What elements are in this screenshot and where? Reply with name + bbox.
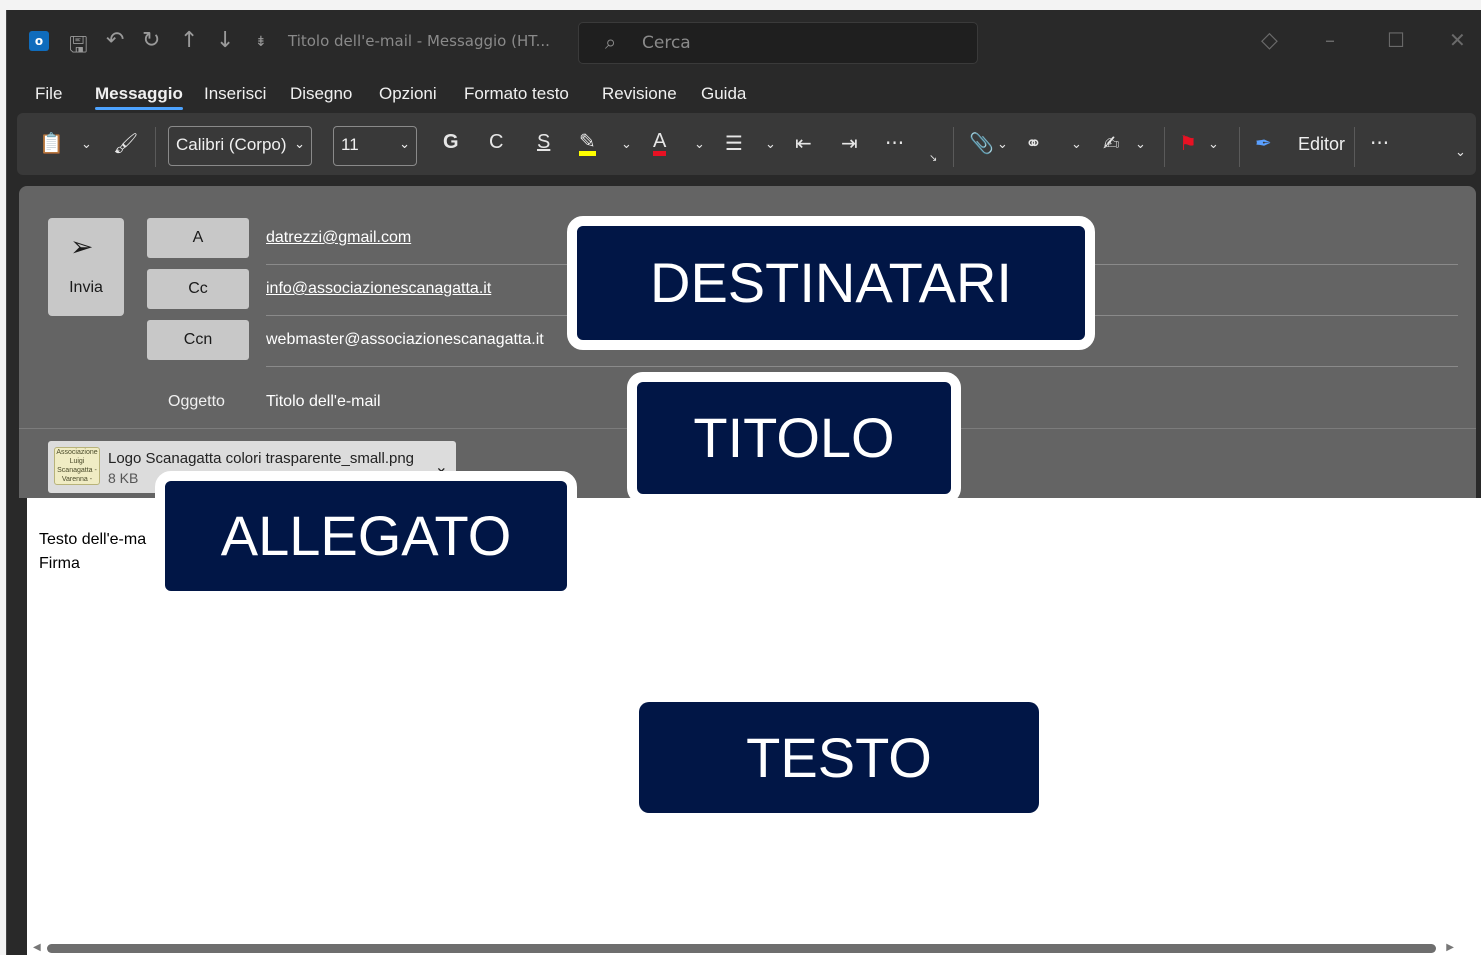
- titolo-callout: TITOLO: [627, 372, 961, 504]
- menu-file[interactable]: File: [35, 84, 62, 104]
- cc-button[interactable]: Cc: [147, 269, 249, 309]
- ribbon-toolbar: 📋 ⌄ 🖌 Calibri (Corpo) ⌄ 11 ⌄ G C S ✎ ⌄ A…: [17, 113, 1476, 175]
- chevron-down-icon: ⌄: [294, 136, 305, 151]
- highlight-color-icon[interactable]: ✎: [579, 131, 596, 156]
- scroll-right-icon[interactable]: ▶: [1446, 942, 1454, 953]
- increase-indent-icon[interactable]: ⇥: [841, 131, 858, 155]
- scroll-left-icon[interactable]: ◀: [33, 942, 41, 953]
- outlook-app-icon: o: [29, 31, 49, 51]
- attachment-name: Logo Scanagatta colori trasparente_small…: [108, 450, 415, 467]
- dialog-launcher-icon[interactable]: ↘: [929, 153, 937, 164]
- previous-item-icon[interactable]: ↑: [180, 28, 198, 53]
- minimize-icon[interactable]: –: [1325, 28, 1335, 52]
- close-icon[interactable]: ✕: [1449, 28, 1466, 52]
- testo-callout: TESTO: [639, 702, 1039, 813]
- destinatari-callout: DESTINATARI: [567, 216, 1095, 350]
- scrollbar-thumb[interactable]: [47, 944, 1436, 953]
- search-icon: ⌕: [605, 30, 617, 54]
- underline-button[interactable]: S: [537, 131, 550, 154]
- diamond-premium-icon[interactable]: ◇: [1261, 28, 1278, 53]
- ribbon-divider: [1239, 127, 1240, 167]
- attachment-thumbnail: Associazione Luigi Scanagatta - Varenna …: [54, 447, 100, 485]
- link-chevron-icon[interactable]: ⌄: [1071, 137, 1082, 152]
- font-size-value: 11: [341, 135, 359, 154]
- next-item-icon[interactable]: ↓: [216, 28, 234, 53]
- attachment-size: 8 KB: [108, 470, 139, 486]
- window-title: Titolo dell'e-mail - Messaggio (HT...: [288, 32, 550, 50]
- font-name-dropdown[interactable]: Calibri (Corpo) ⌄: [168, 126, 312, 166]
- paste-dropdown-chevron-icon[interactable]: ⌄: [81, 137, 92, 152]
- editor-pen-icon[interactable]: ✒: [1255, 131, 1272, 155]
- menu-formato-testo[interactable]: Formato testo: [464, 84, 569, 104]
- chevron-down-icon: ⌄: [399, 136, 410, 151]
- more-options-button[interactable]: ···: [1370, 131, 1389, 155]
- more-formatting-button[interactable]: ···: [885, 131, 904, 155]
- menu-guida[interactable]: Guida: [701, 84, 746, 104]
- paste-icon[interactable]: 📋: [39, 131, 64, 155]
- signature-icon[interactable]: ✍: [1103, 131, 1120, 155]
- to-field[interactable]: datrezzi@gmail.com: [266, 229, 411, 247]
- ribbon-divider: [155, 127, 156, 167]
- send-button[interactable]: ➢ Invia: [48, 218, 124, 316]
- menu-opzioni[interactable]: Opzioni: [379, 84, 437, 104]
- link-icon[interactable]: ⚭: [1025, 131, 1042, 155]
- cc-field[interactable]: info@associazionescanagatta.it: [266, 280, 491, 298]
- bcc-underline: [266, 366, 1458, 367]
- menu-revisione[interactable]: Revisione: [602, 84, 677, 104]
- font-color-button[interactable]: A: [653, 131, 667, 156]
- menu-inserisci[interactable]: Inserisci: [204, 84, 266, 104]
- search-box[interactable]: ⌕ Cerca: [578, 22, 978, 64]
- allegato-callout: ALLEGATO: [155, 471, 577, 601]
- flag-icon[interactable]: ⚑: [1179, 131, 1197, 155]
- editor-button[interactable]: Editor: [1298, 134, 1345, 155]
- search-placeholder: Cerca: [642, 33, 691, 53]
- expand-ribbon-chevron-icon[interactable]: ⌄: [1455, 145, 1466, 160]
- subject-field[interactable]: Titolo dell'e-mail: [266, 393, 381, 411]
- signature-line: Firma: [39, 555, 80, 572]
- ribbon-divider: [953, 127, 954, 167]
- highlight-dropdown-chevron-icon[interactable]: ⌄: [621, 137, 632, 152]
- signature-chevron-icon[interactable]: ⌄: [1135, 137, 1146, 152]
- attach-chevron-icon[interactable]: ⌄: [997, 137, 1008, 152]
- font-size-dropdown[interactable]: 11 ⌄: [333, 126, 417, 166]
- body-line: Testo dell'e-ma: [39, 531, 147, 548]
- bullet-list-chevron-icon[interactable]: ⌄: [765, 137, 776, 152]
- format-painter-icon[interactable]: 🖌: [113, 131, 138, 155]
- bold-button[interactable]: G: [443, 131, 459, 154]
- flag-chevron-icon[interactable]: ⌄: [1208, 137, 1219, 152]
- font-color-dropdown-chevron-icon[interactable]: ⌄: [694, 137, 705, 152]
- to-button[interactable]: A: [147, 218, 249, 258]
- title-bar: o 🖫 ↶ ↻ ↑ ↓ ⇟ Titolo dell'e-mail - Messa…: [7, 10, 1481, 74]
- italic-button[interactable]: C: [489, 131, 503, 154]
- send-label: Invia: [69, 279, 103, 296]
- body-text[interactable]: Testo dell'e-ma Firma: [39, 528, 146, 576]
- font-name-value: Calibri (Corpo): [176, 135, 287, 154]
- horizontal-scrollbar[interactable]: ◀ ▶: [33, 942, 1454, 953]
- customize-toolbar-icon[interactable]: ⇟: [255, 34, 267, 50]
- undo-icon[interactable]: ↶: [106, 28, 124, 53]
- menu-disegno[interactable]: Disegno: [290, 84, 352, 104]
- ribbon-divider: [1354, 127, 1355, 167]
- bullet-list-icon[interactable]: ☰: [725, 131, 743, 155]
- send-arrow-icon: ➢: [70, 231, 94, 262]
- redo-icon[interactable]: ↻: [142, 28, 160, 53]
- subject-label: Oggetto: [168, 393, 225, 410]
- maximize-icon[interactable]: ☐: [1387, 28, 1405, 52]
- bcc-field[interactable]: webmaster@associazionescanagatta.it: [266, 331, 544, 349]
- save-icon[interactable]: 🖫: [69, 28, 88, 66]
- ribbon-divider: [1164, 127, 1165, 167]
- decrease-indent-icon[interactable]: ⇤: [795, 131, 812, 155]
- attach-file-icon[interactable]: 📎: [969, 131, 994, 155]
- bcc-button[interactable]: Ccn: [147, 320, 249, 360]
- menu-messaggio[interactable]: Messaggio: [95, 84, 183, 110]
